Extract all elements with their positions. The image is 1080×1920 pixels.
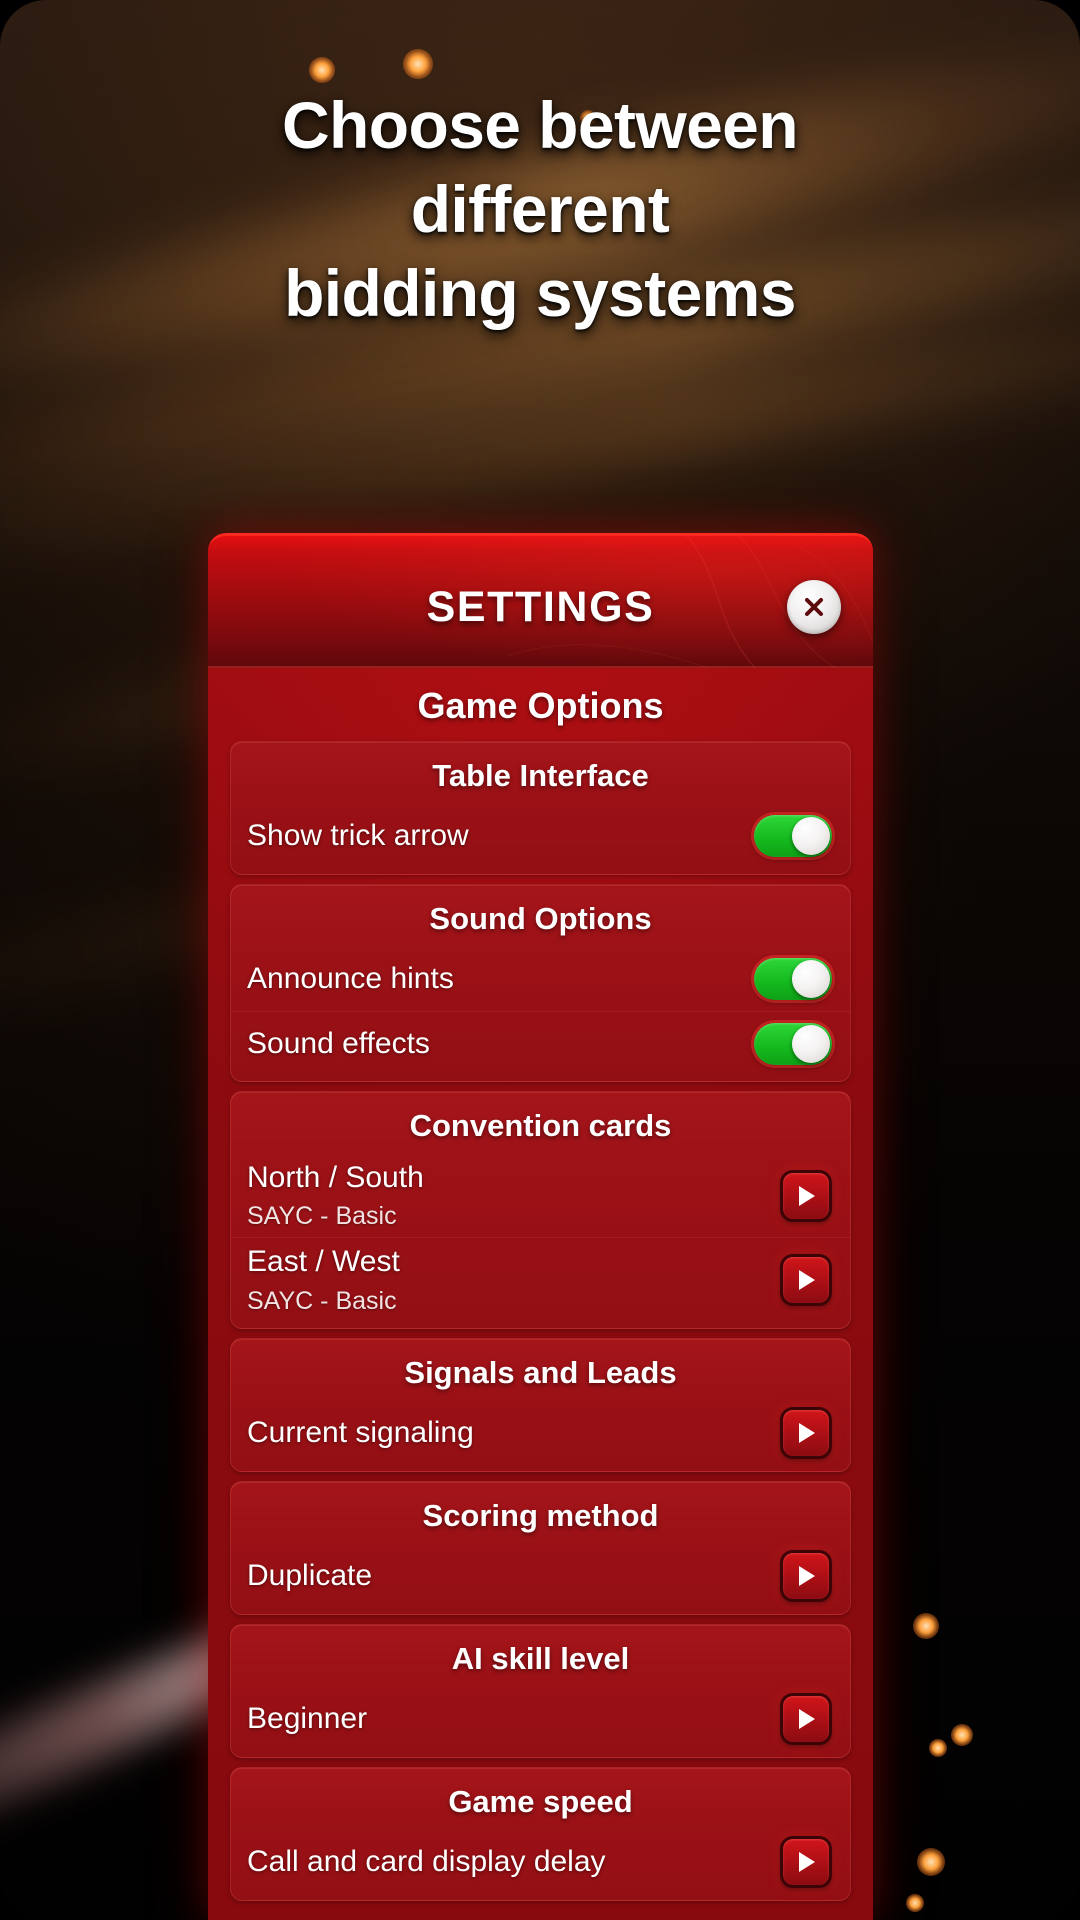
setting-label: Announce hints <box>247 962 454 996</box>
settings-card-signals-and-leads: Signals and Leads Current signaling <box>230 1337 851 1472</box>
page-title: Choose between different bidding systems <box>0 84 1080 335</box>
settings-header: SETTINGS <box>208 533 873 671</box>
play-triangle-glyph <box>799 1270 815 1291</box>
headline-line-3: bidding systems <box>284 255 796 330</box>
play-triangle-glyph <box>799 1185 815 1206</box>
setting-label: Current signaling <box>247 1416 474 1450</box>
setting-row-show-trick-arrow: Show trick arrow <box>231 804 850 868</box>
setting-row-sound-effects: Sound effects <box>231 1011 850 1075</box>
play-triangle-glyph <box>799 1422 815 1443</box>
card-title: Convention cards <box>409 1108 672 1143</box>
card-title: Scoring method <box>422 1497 659 1533</box>
spark-dot <box>906 1894 924 1912</box>
setting-label: Duplicate <box>247 1559 373 1593</box>
close-x-glyph <box>805 598 823 616</box>
settings-body: Game Options Table Interface Show trick a… <box>208 668 873 1920</box>
row-labels: Current signaling <box>247 1415 474 1450</box>
settings-card-table-interface: Table Interface Show trick arrow <box>230 741 851 875</box>
toggle-knob <box>792 960 830 998</box>
settings-card-game-speed: Game speed Call and card display delay <box>230 1766 851 1901</box>
card-title: Table Interface <box>432 758 649 793</box>
row-labels: Duplicate <box>247 1558 372 1593</box>
setting-label: Sound effects <box>247 1026 430 1060</box>
card-title: Signals and Leads <box>404 1354 677 1390</box>
headline-line-1: Choose between <box>281 88 799 162</box>
settings-cards-container: Table Interface Show trick arrow Sound Opt… <box>230 741 851 1901</box>
setting-value: SAYC - Basic <box>247 1286 397 1315</box>
setting-row-beginner[interactable]: Beginner <box>231 1687 850 1751</box>
setting-row-current-signaling[interactable]: Current signaling <box>231 1401 850 1465</box>
setting-label: Show trick arrow <box>247 819 469 853</box>
spark-dot <box>913 1613 939 1639</box>
setting-label: Call and card display delay <box>247 1845 606 1879</box>
settings-panel: SETTINGS Game Options Table Interface Sho… <box>208 533 873 1920</box>
settings-card-scoring-method: Scoring method Duplicate <box>230 1480 851 1615</box>
setting-row-north-south[interactable]: North / South SAYC - Basic <box>231 1154 850 1237</box>
spark-dot <box>929 1739 947 1757</box>
close-icon[interactable] <box>787 580 841 634</box>
row-labels: Sound effects <box>247 1026 430 1061</box>
setting-value: SAYC - Basic <box>247 1202 397 1231</box>
toggle-switch-announce-hints[interactable] <box>754 958 832 1000</box>
settings-card-ai-skill-level: AI skill level Beginner <box>230 1623 851 1758</box>
arrow-right-icon-beginner[interactable] <box>780 1692 832 1745</box>
arrow-right-icon-duplicate[interactable] <box>780 1549 832 1602</box>
section-heading-game-options: Game Options <box>417 685 664 726</box>
setting-label: East / West <box>247 1245 400 1279</box>
card-title: Sound Options <box>429 901 652 936</box>
toggle-knob <box>792 1024 830 1063</box>
toggle-switch-show-trick-arrow[interactable] <box>754 815 832 857</box>
headline-line-2: different <box>410 171 670 246</box>
settings-card-convention-cards: Convention cards North / South SAYC - Basi… <box>230 1091 851 1329</box>
spark-dot <box>309 57 335 83</box>
settings-card-sound-options: Sound Options Announce hints Sound effects <box>230 884 851 1082</box>
setting-row-call-and-card-display-delay[interactable]: Call and card display delay <box>231 1830 850 1894</box>
arrow-right-icon-current-signaling[interactable] <box>780 1406 832 1459</box>
arrow-right-icon-east-west[interactable] <box>780 1254 832 1307</box>
setting-row-east-west[interactable]: East / West SAYC - Basic <box>231 1237 850 1321</box>
app-screen: Choose between different bidding systems… <box>0 0 1080 1920</box>
setting-row-duplicate[interactable]: Duplicate <box>231 1544 850 1608</box>
row-labels: Beginner <box>247 1701 367 1736</box>
row-labels: Call and card display delay <box>247 1844 606 1879</box>
card-title: AI skill level <box>451 1640 630 1676</box>
play-triangle-glyph <box>799 1851 815 1872</box>
play-triangle-glyph <box>799 1708 815 1729</box>
row-labels: North / South SAYC - Basic <box>247 1160 424 1231</box>
arrow-right-icon-north-south[interactable] <box>780 1169 832 1222</box>
arrow-right-icon-call-and-card-display-delay[interactable] <box>780 1835 832 1888</box>
card-title: Game speed <box>448 1783 633 1819</box>
toggle-knob <box>792 817 830 855</box>
setting-label: North / South <box>247 1161 424 1194</box>
settings-title: SETTINGS <box>426 583 655 631</box>
spark-dot <box>403 49 433 79</box>
row-labels: East / West SAYC - Basic <box>247 1244 400 1315</box>
row-labels: Show trick arrow <box>247 818 469 853</box>
setting-label: Beginner <box>247 1702 368 1736</box>
setting-row-announce-hints: Announce hints <box>231 947 850 1011</box>
row-labels: Announce hints <box>247 961 454 996</box>
toggle-switch-sound-effects[interactable] <box>754 1022 832 1065</box>
spark-dot <box>917 1848 945 1876</box>
spark-dot <box>951 1724 973 1746</box>
play-triangle-glyph <box>799 1565 815 1586</box>
